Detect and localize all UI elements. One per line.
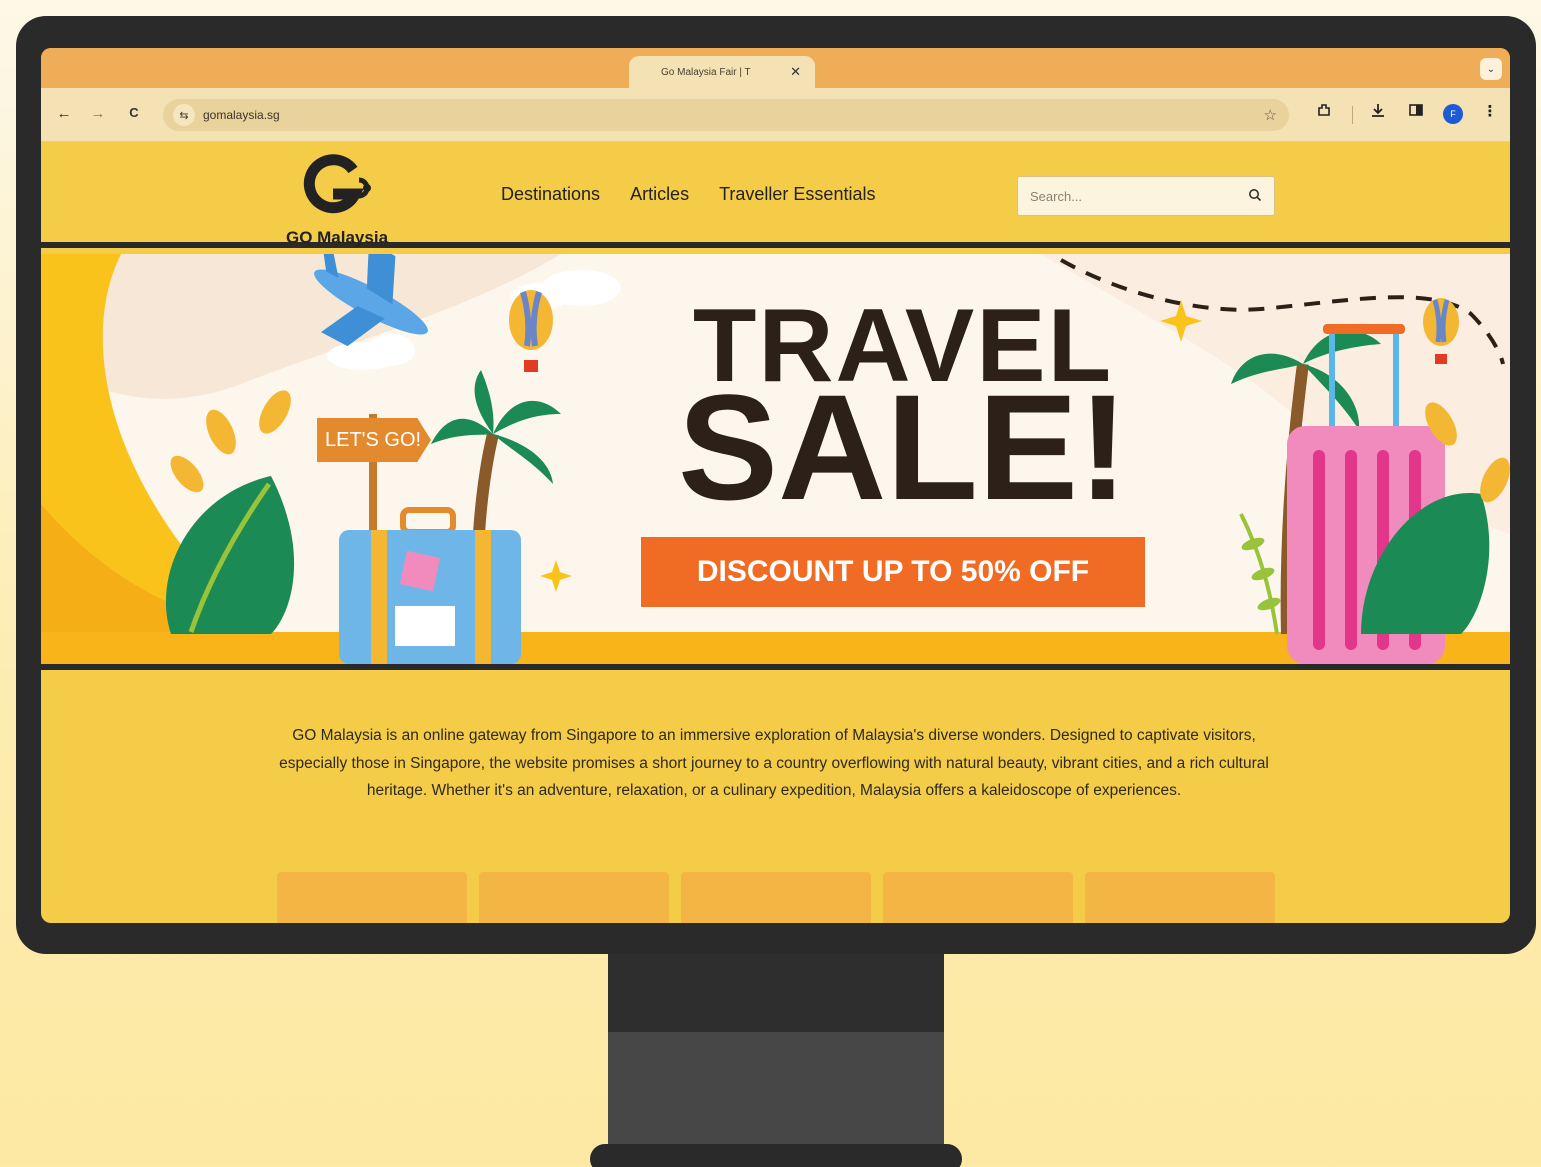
monitor-stand-neck: [608, 954, 944, 1032]
browser-tab[interactable]: Go Malaysia Fair | T ✕: [629, 56, 815, 88]
destination-card[interactable]: [479, 872, 669, 923]
search-input[interactable]: [1030, 188, 1248, 204]
monitor-stand: [608, 1032, 944, 1152]
intro-paragraph: GO Malaysia is an online gateway from Si…: [279, 727, 1269, 799]
browser-tabstrip: Go Malaysia Fair | T ✕ ⌄: [41, 48, 1510, 88]
close-icon[interactable]: ✕: [790, 64, 801, 80]
toolbar-divider: [1352, 106, 1353, 124]
lets-go-sign: LET'S GO!: [317, 418, 431, 462]
nav-destinations[interactable]: Destinations: [501, 184, 600, 205]
destination-card[interactable]: [277, 872, 467, 923]
browser-menu-icon[interactable]: ⋮: [1479, 102, 1501, 120]
banner-divider: [41, 664, 1510, 670]
reload-icon[interactable]: C: [125, 105, 143, 120]
search-icon[interactable]: [1248, 188, 1262, 205]
tab-title: Go Malaysia Fair | T: [661, 66, 751, 78]
monitor-stand-foot: [590, 1144, 962, 1167]
download-icon[interactable]: [1367, 102, 1389, 122]
destination-card[interactable]: [883, 872, 1073, 923]
monitor-screen: Go Malaysia Fair | T ✕ ⌄ ← → C ⇆ gomalay…: [41, 48, 1510, 923]
site-logo[interactable]: GO Malaysia: [275, 152, 405, 247]
extensions-icon[interactable]: [1313, 102, 1335, 122]
address-bar[interactable]: ⇆ gomalaysia.sg ☆: [163, 99, 1289, 131]
forward-arrow-icon[interactable]: →: [89, 105, 107, 122]
destination-cards: [277, 872, 1275, 923]
travel-sale-banner[interactable]: LET'S GO! TRAVEL SALE! DISCOUNT UP TO 50…: [41, 254, 1510, 664]
logo-text: GO Malaysia: [285, 228, 389, 247]
main-nav: Destinations Articles Traveller Essentia…: [501, 184, 875, 205]
profile-avatar[interactable]: F: [1443, 104, 1463, 124]
search-box: [1017, 176, 1275, 216]
browser-toolbar: ← → C ⇆ gomalaysia.sg ☆ F ⋮: [41, 88, 1510, 142]
nav-traveller-essentials[interactable]: Traveller Essentials: [719, 184, 875, 205]
destination-card[interactable]: [681, 872, 871, 923]
banner-heading-sale: SALE!: [678, 363, 1128, 531]
bookmark-star-icon[interactable]: ☆: [1264, 106, 1277, 124]
discount-button[interactable]: DISCOUNT UP TO 50% OFF: [641, 537, 1145, 607]
logo-mark-icon: [303, 154, 371, 214]
side-panel-icon[interactable]: [1405, 102, 1427, 122]
destination-card[interactable]: [1085, 872, 1275, 923]
tab-search-button[interactable]: ⌄: [1480, 58, 1502, 80]
nav-articles[interactable]: Articles: [630, 184, 689, 205]
url-text[interactable]: gomalaysia.sg: [203, 108, 1289, 122]
back-arrow-icon[interactable]: ←: [55, 105, 73, 122]
site-header: GO Malaysia Destinations Articles Travel…: [41, 142, 1510, 248]
site-info-icon[interactable]: ⇆: [173, 104, 195, 126]
